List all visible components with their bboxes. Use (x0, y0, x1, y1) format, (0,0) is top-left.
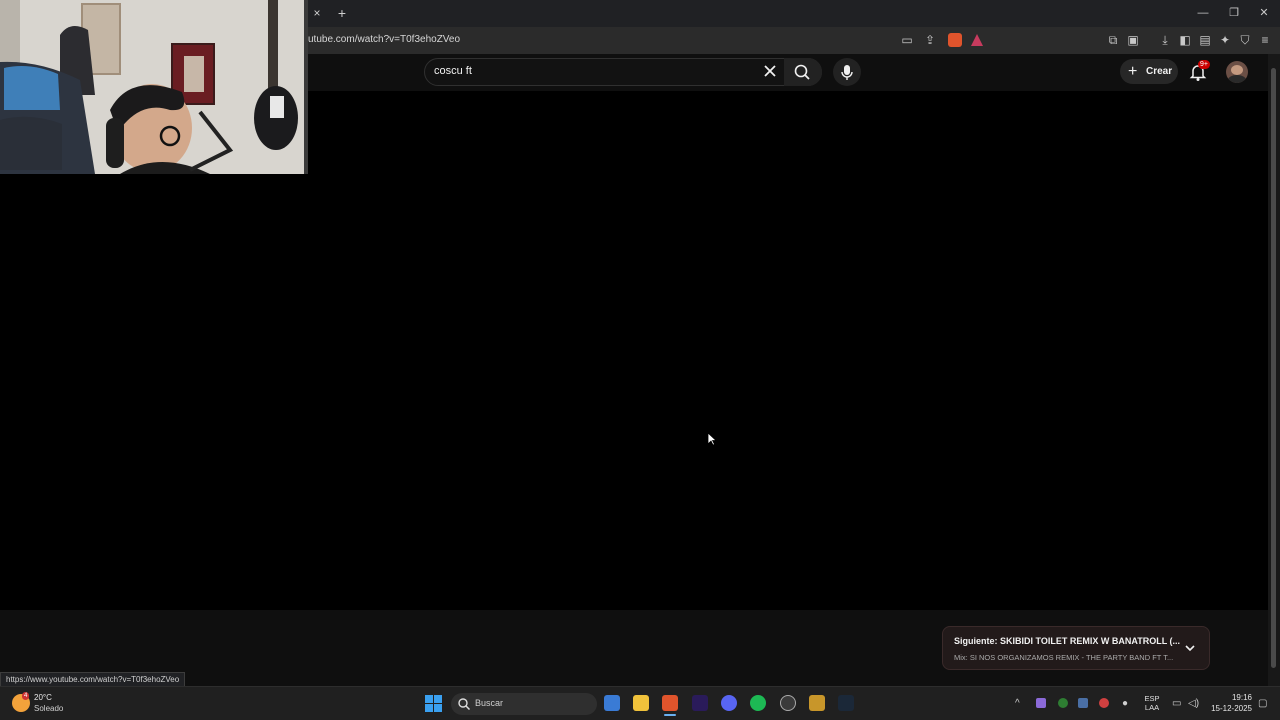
close-window-button[interactable]: ✕ (1257, 6, 1271, 20)
share-icon[interactable]: ⇪ (923, 33, 937, 47)
notifications-button[interactable]: 9+ (1188, 60, 1210, 82)
windows-start-icon[interactable] (425, 695, 442, 712)
tray-app2-icon[interactable] (1099, 698, 1109, 708)
tray-nvidia-icon[interactable] (1058, 698, 1068, 708)
steam-icon[interactable] (838, 695, 854, 711)
tab-search-icon[interactable]: ▣ (1126, 33, 1140, 47)
taskbar-search-placeholder: Buscar (475, 698, 504, 708)
search-button[interactable] (784, 58, 822, 86)
avatar[interactable] (1226, 61, 1248, 83)
brave-rewards-icon[interactable] (970, 33, 984, 47)
language-code: ESP (1144, 694, 1160, 703)
app-icon[interactable] (809, 695, 825, 711)
create-label: Crear (1146, 66, 1173, 77)
brave-browser-icon[interactable] (662, 695, 678, 711)
mouse-cursor-icon (707, 432, 718, 451)
weather-desc[interactable]: Soleado (34, 704, 63, 713)
webcam-overlay (0, 0, 308, 174)
vpn-shield-icon[interactable]: ⛉ (1238, 33, 1252, 47)
network-icon[interactable]: ▭ (1172, 698, 1181, 709)
clear-search-icon[interactable] (762, 63, 778, 79)
clock[interactable]: 19:16 15-12-2025 (1206, 693, 1252, 713)
tray-app-icon[interactable] (1036, 698, 1046, 708)
voice-search-button[interactable] (833, 58, 861, 86)
show-hidden-icons-chevron-icon[interactable]: ^ (1015, 698, 1020, 709)
restore-button[interactable]: ❐ (1227, 6, 1241, 20)
microphone-icon (841, 65, 853, 80)
language-sub: LAA (1144, 703, 1160, 712)
clock-time: 19:16 (1231, 693, 1252, 702)
search-icon (458, 698, 471, 711)
notification-center-icon[interactable]: ▢ (1258, 698, 1267, 709)
volume-icon[interactable]: ◁) (1188, 698, 1199, 709)
close-tab-button[interactable]: × (308, 4, 326, 22)
premiere-pro-icon[interactable] (692, 695, 708, 711)
create-button[interactable]: + Crear (1120, 59, 1178, 84)
active-app-indicator (664, 714, 676, 716)
up-next-card[interactable]: Siguiente: SKIBIDI TOILET REMIX W BANATR… (942, 626, 1210, 670)
microphone-tray-icon[interactable]: ● (1122, 698, 1128, 709)
file-explorer-icon[interactable] (633, 695, 649, 711)
notification-badge: 9+ (1198, 60, 1210, 69)
extensions-icon[interactable]: ⧉ (1106, 33, 1120, 47)
leo-ai-icon[interactable]: ✦ (1218, 33, 1232, 47)
cast-icon[interactable]: ▭ (900, 33, 914, 47)
sidebar-icon[interactable]: ◧ (1178, 33, 1192, 47)
download-icon[interactable]: ⤓ (1158, 33, 1172, 47)
widgets-app-icon[interactable] (604, 695, 620, 711)
clock-date: 15-12-2025 (1211, 704, 1252, 713)
minimize-button[interactable]: — (1196, 6, 1210, 20)
up-next-subtitle: Mix: SI NOS ORGANIZAMOS REMIX - THE PART… (954, 653, 1174, 662)
new-tab-button[interactable]: + (334, 4, 350, 22)
discord-icon[interactable] (721, 695, 737, 711)
plus-icon: + (1128, 63, 1138, 80)
tray-steam-icon[interactable] (1078, 698, 1088, 708)
menu-icon[interactable]: ≡ (1258, 33, 1272, 47)
spotify-icon[interactable] (750, 695, 766, 711)
obs-icon[interactable] (780, 695, 796, 711)
taskbar-search[interactable]: Buscar (451, 693, 597, 715)
language-indicator[interactable]: ESP LAA (1140, 694, 1164, 712)
scrollbar-thumb[interactable] (1271, 68, 1276, 668)
search-input[interactable]: coscu ft (434, 65, 472, 77)
wallet-icon[interactable]: ▤ (1198, 33, 1212, 47)
chevron-down-icon[interactable] (1183, 641, 1197, 655)
up-next-label: Siguiente: (954, 636, 998, 646)
up-next-title: SKIBIDI TOILET REMIX W BANATROLL (... (1000, 636, 1181, 646)
brave-shields-icon[interactable] (948, 33, 962, 47)
weather-temp[interactable]: 20°C (34, 693, 52, 702)
address-bar[interactable]: utube.com/watch?v=T0f3ehoZVeo (308, 33, 460, 47)
